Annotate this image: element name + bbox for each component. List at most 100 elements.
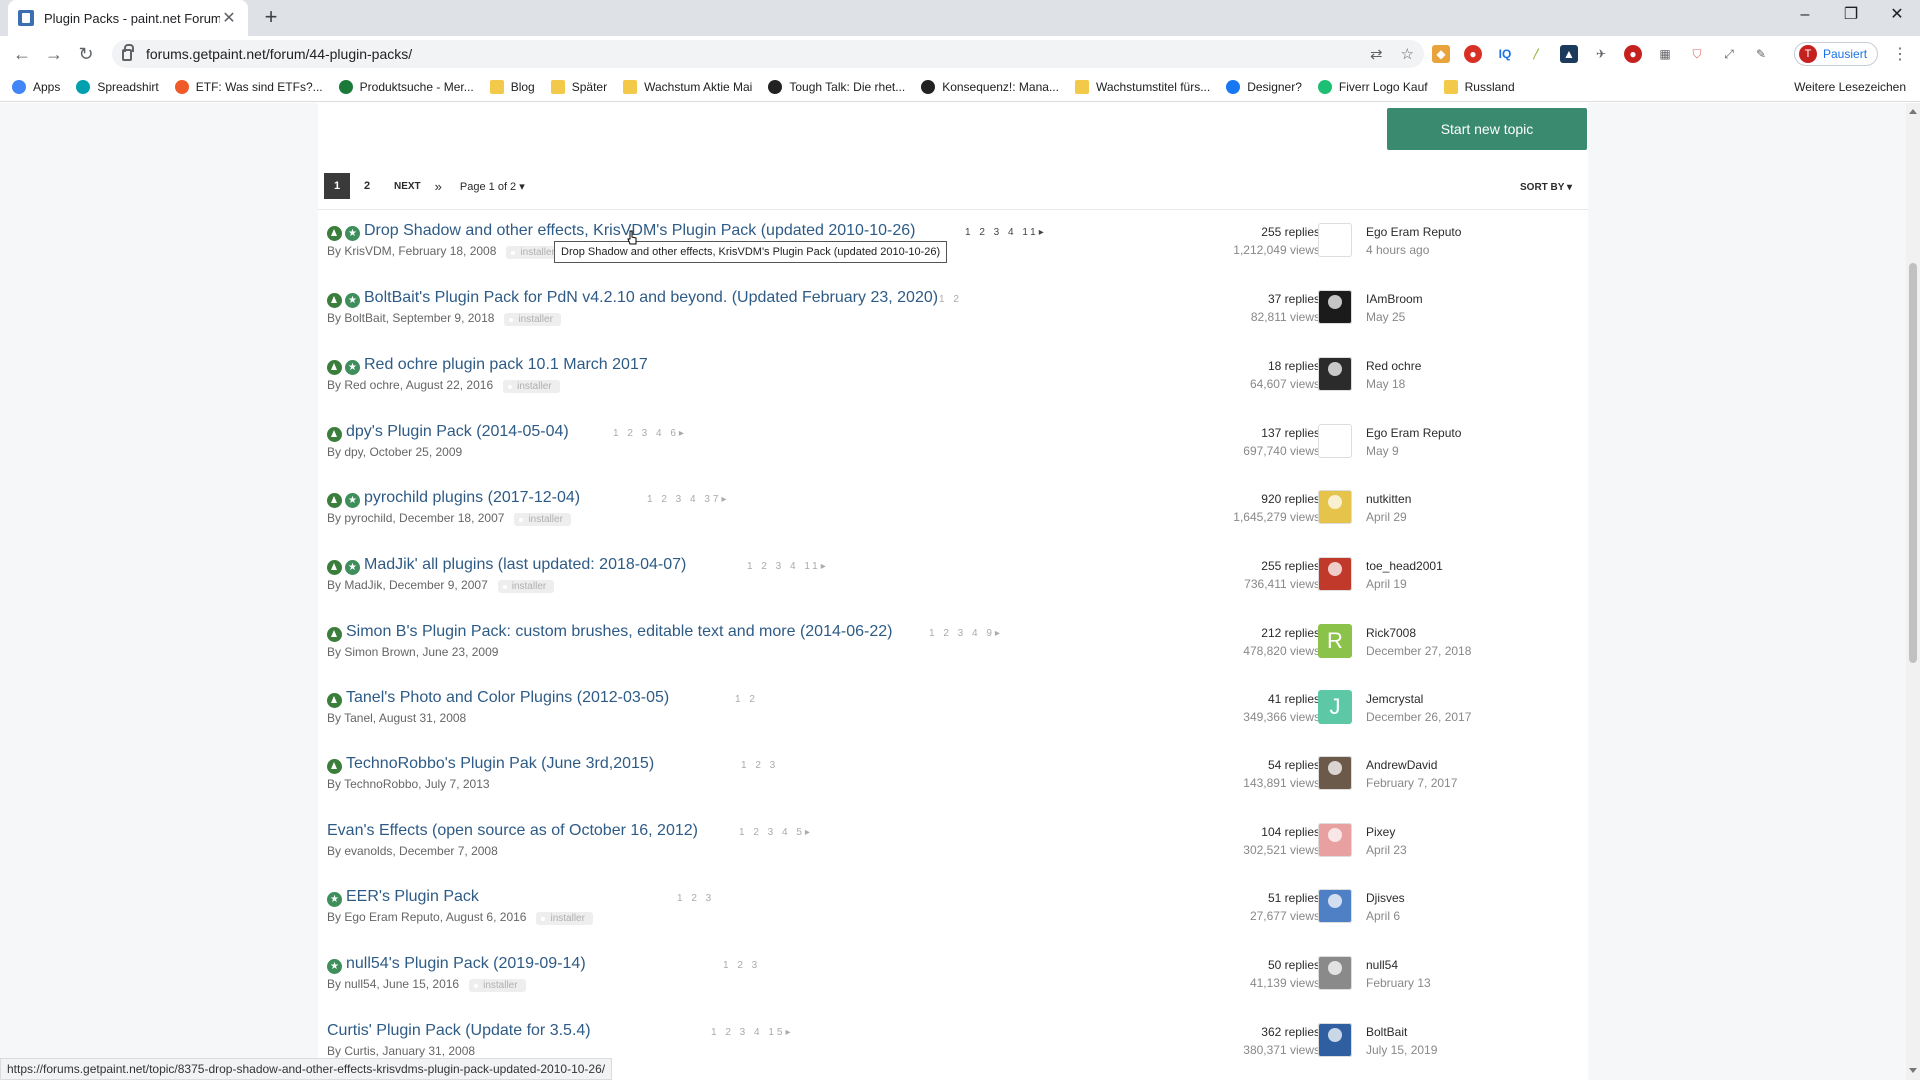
topic-title-link[interactable]: Simon B's Plugin Pack: custom brushes, e… — [346, 623, 892, 641]
last-poster-name[interactable]: Red ochre — [1366, 359, 1421, 373]
extension-icon[interactable]: ● — [1624, 45, 1642, 63]
topic-author-date[interactable]: By pyrochild, December 18, 2007 — [327, 511, 504, 525]
extension-icon[interactable]: ✈ — [1592, 45, 1610, 63]
close-tab-icon[interactable]: ✕ — [220, 8, 238, 28]
last-post-date[interactable]: April 23 — [1366, 843, 1407, 857]
browser-menu-icon[interactable]: ⋮ — [1892, 44, 1908, 64]
sort-by-dropdown[interactable]: SORT BY ▾ — [1520, 182, 1572, 193]
extension-icon[interactable]: ✎ — [1752, 45, 1770, 63]
topic-page-links[interactable]: 1 2 3 4 15▸ — [711, 1027, 794, 1038]
last-post-date[interactable]: May 25 — [1366, 310, 1405, 324]
topic-author-date[interactable]: By evanolds, December 7, 2008 — [327, 844, 498, 858]
restore-icon[interactable]: ❐ — [1828, 0, 1874, 32]
extension-icon[interactable]: ⤢ — [1720, 45, 1738, 63]
topic-page-links[interactable]: 1 2 3 — [723, 960, 760, 971]
bookmark-item[interactable]: Blog — [489, 79, 535, 94]
topic-page-links[interactable]: 1 2 3 4 37▸ — [647, 494, 730, 505]
topic-title-link[interactable]: Tanel's Photo and Color Plugins (2012-03… — [346, 689, 669, 707]
last-poster-avatar[interactable] — [1318, 756, 1352, 790]
browser-tab[interactable]: Plugin Packs - paint.net Forum ✕ — [8, 0, 248, 36]
bookmark-item[interactable]: Apps — [12, 79, 60, 94]
last-poster-avatar[interactable] — [1318, 889, 1352, 923]
topic-author-date[interactable]: By Tanel, August 31, 2008 — [327, 711, 466, 725]
last-poster-avatar[interactable] — [1318, 424, 1352, 458]
page-1-button[interactable]: 1 — [324, 173, 350, 199]
bookmark-item[interactable]: ETF: Was sind ETFs?... — [174, 79, 323, 94]
last-poster-avatar[interactable]: J — [1318, 690, 1352, 724]
topic-page-links[interactable]: 1 2 3 4 11▸ — [965, 227, 1047, 238]
topic-author-date[interactable]: By Curtis, January 31, 2008 — [327, 1044, 475, 1058]
topic-title-link[interactable]: MadJik' all plugins (last updated: 2018-… — [364, 556, 686, 574]
last-poster-name[interactable]: AndrewDavid — [1366, 758, 1437, 772]
last-poster-name[interactable]: Rick7008 — [1366, 626, 1416, 640]
translate-icon[interactable]: ⇄ — [1370, 45, 1383, 63]
last-post-date[interactable]: April 6 — [1366, 909, 1400, 923]
extension-icon[interactable]: IQ — [1496, 45, 1514, 63]
last-poster-avatar[interactable] — [1318, 1023, 1352, 1057]
topic-author-date[interactable]: By Red ochre, August 22, 2016 — [327, 378, 493, 392]
next-page-button[interactable]: NEXT — [394, 181, 421, 192]
last-poster-avatar[interactable] — [1318, 956, 1352, 990]
forward-icon[interactable]: → — [40, 42, 68, 66]
last-poster-avatar[interactable]: R — [1318, 624, 1352, 658]
bookmark-item[interactable]: Konsequenz!: Mana... — [921, 79, 1059, 94]
topic-title-link[interactable]: pyrochild plugins (2017-12-04) — [364, 489, 580, 507]
last-poster-avatar[interactable] — [1318, 490, 1352, 524]
topic-page-links[interactable]: 1 2 3 4 5▸ — [739, 827, 813, 838]
topic-page-links[interactable]: 1 2 3 — [677, 893, 714, 904]
topic-author-date[interactable]: By null54, June 15, 2016 — [327, 977, 459, 991]
topic-author-date[interactable]: By Ego Eram Reputo, August 6, 2016 — [327, 910, 526, 924]
topic-author-date[interactable]: By Simon Brown, June 23, 2009 — [327, 645, 498, 659]
last-post-date[interactable]: May 9 — [1366, 444, 1399, 458]
bookmark-item[interactable]: Fiverr Logo Kauf — [1317, 79, 1428, 94]
installer-tag[interactable]: installer — [536, 912, 593, 925]
last-post-date[interactable]: December 27, 2018 — [1366, 644, 1471, 658]
start-new-topic-button[interactable]: Start new topic — [1387, 108, 1587, 150]
extension-icon[interactable]: ▲ — [1560, 45, 1578, 63]
last-poster-avatar[interactable] — [1318, 823, 1352, 857]
extension-icon[interactable]: ▦ — [1656, 45, 1674, 63]
bookmark-item[interactable]: Später — [550, 79, 607, 94]
last-poster-name[interactable]: Djisves — [1366, 891, 1405, 905]
scrollbar-thumb[interactable] — [1909, 263, 1917, 663]
last-poster-avatar[interactable] — [1318, 357, 1352, 391]
scroll-down-icon[interactable] — [1909, 1068, 1917, 1073]
bookmark-item[interactable]: Spreadshirt — [76, 79, 159, 94]
last-post-date[interactable]: April 29 — [1366, 510, 1407, 524]
lock-icon[interactable] — [122, 44, 134, 61]
topic-title-link[interactable]: TechnoRobbo's Plugin Pak (June 3rd,2015) — [346, 755, 654, 773]
installer-tag[interactable]: installer — [503, 380, 560, 393]
topic-author-date[interactable]: By KrisVDM, February 18, 2008 — [327, 244, 496, 258]
topic-title-link[interactable]: null54's Plugin Pack (2019-09-14) — [346, 955, 586, 973]
bookmark-item[interactable]: Tough Talk: Die rhet... — [768, 79, 905, 94]
url-text[interactable]: forums.getpaint.net/forum/44-plugin-pack… — [146, 46, 1352, 62]
last-poster-name[interactable]: IAmBroom — [1366, 292, 1423, 306]
bookmark-star-icon[interactable]: ☆ — [1401, 45, 1414, 63]
last-poster-name[interactable]: BoltBait — [1366, 1025, 1407, 1039]
topic-page-links[interactable]: 1 2 3 4 9▸ — [929, 628, 1003, 639]
topic-title-link[interactable]: Evan's Effects (open source as of Octobe… — [327, 822, 698, 840]
installer-tag[interactable]: installer — [469, 979, 526, 992]
topic-title-link[interactable]: EER's Plugin Pack — [346, 888, 479, 906]
last-post-date[interactable]: December 26, 2017 — [1366, 710, 1471, 724]
last-post-date[interactable]: 4 hours ago — [1366, 243, 1429, 257]
topic-author-date[interactable]: By TechnoRobbo, July 7, 2013 — [327, 777, 490, 791]
last-poster-name[interactable]: Jemcrystal — [1366, 692, 1423, 706]
last-poster-name[interactable]: Pixey — [1366, 825, 1395, 839]
topic-title-link[interactable]: BoltBait's Plugin Pack for PdN v4.2.10 a… — [364, 289, 938, 307]
bookmark-item[interactable]: Wachstumstitel fürs... — [1074, 79, 1210, 94]
installer-tag[interactable]: installer — [504, 313, 561, 326]
topic-page-links[interactable]: 1 2 3 4 6▸ — [613, 428, 687, 439]
page-scrollbar[interactable] — [1906, 103, 1920, 1080]
last-post-date[interactable]: July 15, 2019 — [1366, 1043, 1437, 1057]
installer-tag[interactable]: installer — [514, 513, 571, 526]
topic-title-link[interactable]: Drop Shadow and other effects, KrisVDM's… — [364, 222, 916, 240]
last-post-date[interactable]: February 13 — [1366, 976, 1431, 990]
bookmark-other[interactable]: Weitere Lesezeichen — [1773, 80, 1906, 94]
address-bar[interactable]: forums.getpaint.net/forum/44-plugin-pack… — [112, 40, 1424, 68]
topic-page-links[interactable]: 1 2 3 — [741, 760, 778, 771]
topic-author-date[interactable]: By MadJik, December 9, 2007 — [327, 578, 488, 592]
close-window-icon[interactable]: ✕ — [1874, 0, 1920, 32]
last-post-date[interactable]: May 18 — [1366, 377, 1405, 391]
last-poster-name[interactable]: nutkitten — [1366, 492, 1411, 506]
